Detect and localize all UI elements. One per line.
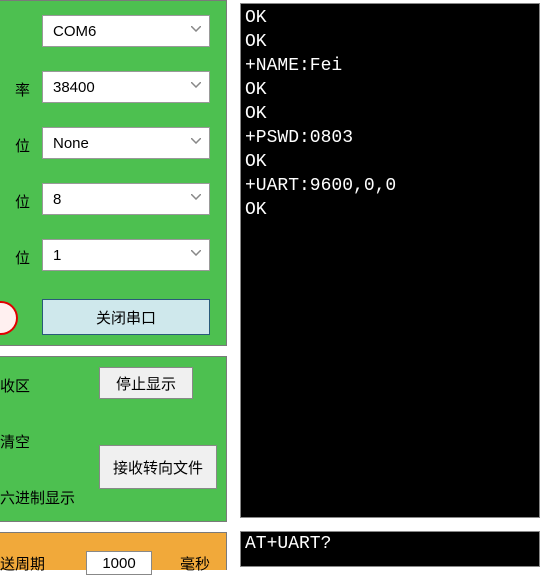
databits-label: 位 bbox=[0, 191, 30, 212]
baud-label: 率 bbox=[0, 79, 30, 100]
hex-display-label: 六进制显示 bbox=[0, 487, 75, 508]
receive-panel: 收区 停止显示 清空 接收转向文件 六进制显示 bbox=[0, 356, 227, 522]
baud-value: 38400 bbox=[53, 79, 95, 96]
serial-config-panel: COM6 率 38400 位 None 位 8 bbox=[0, 0, 227, 346]
send-period-value: 1000 bbox=[102, 555, 135, 572]
stopbits-value: 1 bbox=[53, 247, 61, 264]
chevron-down-icon bbox=[191, 194, 201, 204]
send-panel: 送周期 1000 毫秒 bbox=[0, 532, 227, 570]
send-unit-label: 毫秒 bbox=[180, 553, 210, 574]
terminal-text: OK OK +NAME:Fei OK OK +PSWD:0803 OK +UAR… bbox=[245, 8, 396, 220]
recv-to-file-label: 接收转向文件 bbox=[113, 457, 203, 478]
status-indicator bbox=[0, 301, 18, 335]
chevron-down-icon bbox=[191, 138, 201, 148]
parity-value: None bbox=[53, 135, 89, 152]
stopbits-label: 位 bbox=[0, 247, 30, 268]
chevron-down-icon bbox=[191, 82, 201, 92]
parity-select[interactable]: None bbox=[42, 127, 210, 159]
close-port-label: 关闭串口 bbox=[96, 307, 156, 328]
stop-display-label: 停止显示 bbox=[116, 373, 176, 394]
command-input[interactable]: AT+UART? bbox=[240, 531, 540, 567]
parity-label: 位 bbox=[0, 135, 30, 156]
recv-area-label: 收区 bbox=[0, 375, 30, 396]
close-port-button[interactable]: 关闭串口 bbox=[42, 299, 210, 335]
send-period-label: 送周期 bbox=[0, 553, 45, 574]
port-value: COM6 bbox=[53, 23, 96, 40]
terminal-output[interactable]: OK OK +NAME:Fei OK OK +PSWD:0803 OK +UAR… bbox=[240, 3, 540, 518]
chevron-down-icon bbox=[191, 250, 201, 260]
clear-label: 清空 bbox=[0, 431, 30, 452]
port-select[interactable]: COM6 bbox=[42, 15, 210, 47]
baud-select[interactable]: 38400 bbox=[42, 71, 210, 103]
recv-to-file-button[interactable]: 接收转向文件 bbox=[99, 445, 217, 489]
command-text: AT+UART? bbox=[245, 534, 331, 554]
stopbits-select[interactable]: 1 bbox=[42, 239, 210, 271]
databits-value: 8 bbox=[53, 191, 61, 208]
chevron-down-icon bbox=[191, 26, 201, 36]
send-period-input[interactable]: 1000 bbox=[86, 551, 152, 575]
stop-display-button[interactable]: 停止显示 bbox=[99, 367, 193, 399]
databits-select[interactable]: 8 bbox=[42, 183, 210, 215]
